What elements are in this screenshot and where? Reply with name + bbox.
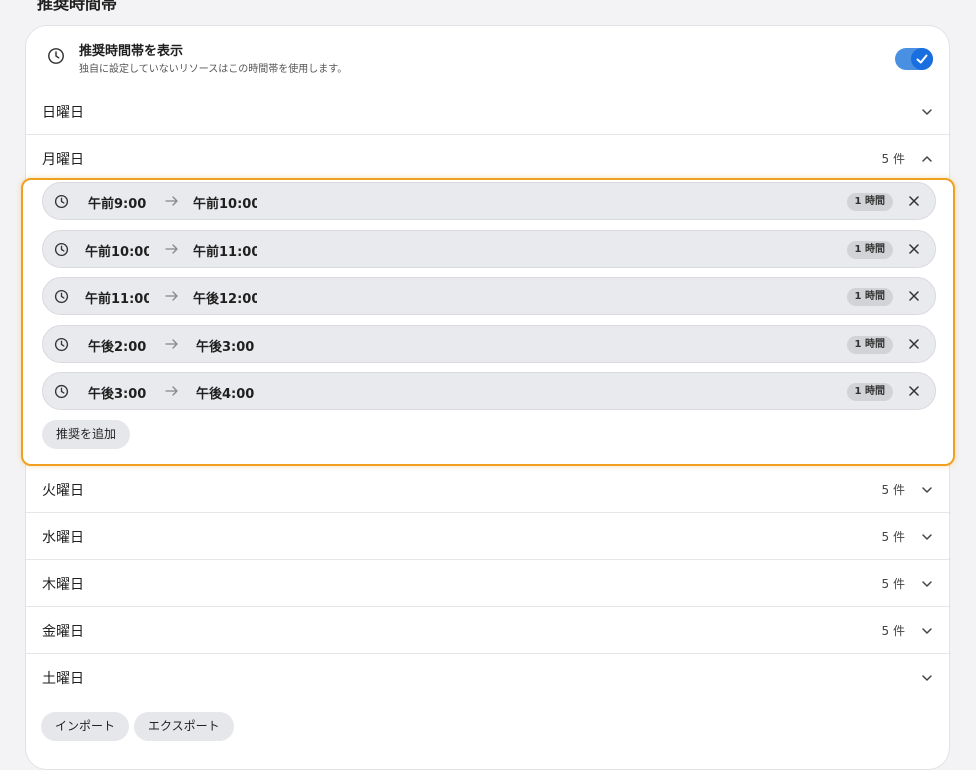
add-recommendation-button[interactable]: 推奨を追加 xyxy=(42,420,131,449)
slot-start-time[interactable]: 午前11:00 xyxy=(85,288,149,307)
day-label: 金曜日 xyxy=(42,624,84,640)
clock-icon xyxy=(48,48,64,64)
day-row-friday[interactable]: 金曜日 5 件 xyxy=(26,607,951,654)
day-label: 土曜日 xyxy=(42,671,84,687)
chevron-down-icon xyxy=(922,581,932,587)
slot-start-time[interactable]: 午後3:00 xyxy=(88,383,152,402)
arrow-right-icon xyxy=(165,196,178,206)
switch-knob xyxy=(911,48,933,70)
chevron-down-icon xyxy=(922,534,932,540)
time-slot[interactable]: 午前10:00 午前11:00 1 時間 xyxy=(42,230,936,268)
day-count: 5 件 xyxy=(881,152,905,166)
day-count: 5 件 xyxy=(881,624,905,638)
duration-badge: 1 時間 xyxy=(846,383,893,401)
duration-badge: 1 時間 xyxy=(846,193,893,211)
show-recommended-switch[interactable] xyxy=(895,48,933,70)
arrow-right-icon xyxy=(165,339,178,349)
day-label: 火曜日 xyxy=(42,483,84,499)
close-icon[interactable] xyxy=(909,339,919,349)
import-button[interactable]: インポート xyxy=(41,712,130,741)
show-recommended-toggle-row: 推奨時間帯を表示 独自に設定していないリソースはこの時間帯を使用します。 xyxy=(26,26,951,88)
duration-badge: 1 時間 xyxy=(846,241,893,259)
day-row-saturday[interactable]: 土曜日 xyxy=(26,654,951,701)
slot-end-time[interactable]: 午前11:00 xyxy=(193,241,257,260)
day-label: 水曜日 xyxy=(42,530,84,546)
day-row-sunday[interactable]: 日曜日 xyxy=(26,88,951,135)
day-count: 5 件 xyxy=(881,577,905,591)
arrow-right-icon xyxy=(165,244,178,254)
close-icon[interactable] xyxy=(909,386,919,396)
time-slot[interactable]: 午前11:00 午後12:00 1 時間 xyxy=(42,277,936,315)
day-label: 月曜日 xyxy=(42,152,84,168)
time-slot[interactable]: 午後2:00 午後3:00 1 時間 xyxy=(42,325,936,363)
close-icon[interactable] xyxy=(909,291,919,301)
section-title: 推奨時間帯 xyxy=(37,0,118,13)
check-icon xyxy=(916,54,928,64)
slot-start-time[interactable]: 午前10:00 xyxy=(85,241,149,260)
export-button[interactable]: エクスポート xyxy=(134,712,234,741)
clock-icon xyxy=(54,337,69,352)
day-count: 5 件 xyxy=(881,530,905,544)
clock-icon xyxy=(54,289,69,304)
day-row-thursday[interactable]: 木曜日 5 件 xyxy=(26,560,951,607)
clock-icon xyxy=(54,194,69,209)
chevron-down-icon xyxy=(922,675,932,681)
chevron-down-icon xyxy=(922,628,932,634)
chevron-down-icon xyxy=(922,109,932,115)
slot-end-time[interactable]: 午前10:00 xyxy=(193,193,257,212)
slot-end-time[interactable]: 午後3:00 xyxy=(196,336,260,355)
close-icon[interactable] xyxy=(909,196,919,206)
slot-start-time[interactable]: 午後2:00 xyxy=(88,336,152,355)
day-label: 木曜日 xyxy=(42,577,84,593)
day-row-wednesday[interactable]: 水曜日 5 件 xyxy=(26,513,951,560)
day-row-monday[interactable]: 月曜日 5 件 xyxy=(26,135,951,182)
slot-start-time[interactable]: 午前9:00 xyxy=(88,193,152,212)
chevron-up-icon xyxy=(922,156,932,162)
day-row-tuesday[interactable]: 火曜日 5 件 xyxy=(26,466,951,513)
clock-icon xyxy=(54,242,69,257)
chevron-down-icon xyxy=(922,487,932,493)
day-count: 5 件 xyxy=(881,483,905,497)
toggle-subtitle: 独自に設定していないリソースはこの時間帯を使用します。 xyxy=(79,64,348,75)
close-icon[interactable] xyxy=(909,244,919,254)
arrow-right-icon xyxy=(165,291,178,301)
arrow-right-icon xyxy=(165,386,178,396)
monday-slots-panel: 午前9:00 午前10:00 1 時間 午前10:00 午前11:00 1 時間… xyxy=(21,178,955,466)
time-slot[interactable]: 午後3:00 午後4:00 1 時間 xyxy=(42,372,936,410)
duration-badge: 1 時間 xyxy=(846,288,893,306)
day-label: 日曜日 xyxy=(42,105,84,121)
toggle-title: 推奨時間帯を表示 xyxy=(79,44,184,59)
time-slot[interactable]: 午前9:00 午前10:00 1 時間 xyxy=(42,182,936,220)
duration-badge: 1 時間 xyxy=(846,336,893,354)
clock-icon xyxy=(54,384,69,399)
slot-end-time[interactable]: 午後4:00 xyxy=(196,383,260,402)
slot-end-time[interactable]: 午後12:00 xyxy=(193,288,257,307)
